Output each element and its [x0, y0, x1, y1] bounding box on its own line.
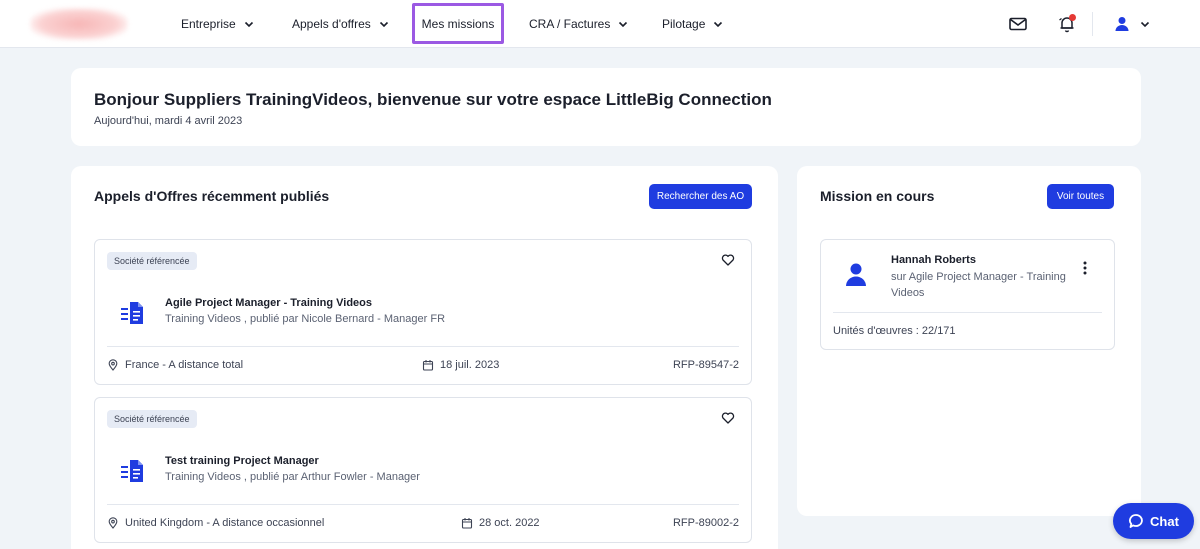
nav-item-label: Mes missions — [421, 16, 495, 31]
chevron-down-icon — [714, 21, 723, 28]
chat-label: Chat — [1150, 513, 1179, 529]
offer-item[interactable]: Société référencée Agile Project Manager… — [94, 239, 752, 385]
offer-item[interactable]: Société référencée Test training Project… — [94, 397, 752, 543]
more-options-icon[interactable] — [1082, 260, 1088, 276]
nav-item-label: Entreprise — [181, 17, 236, 31]
chat-button[interactable]: Chat — [1113, 503, 1194, 539]
location-text: France - A distance total — [125, 359, 244, 371]
current-date: Aujourd'hui, mardi 4 avril 2023 — [94, 115, 243, 127]
date-text: 18 juil. 2023 — [440, 359, 500, 371]
offer-subtitle: Training Videos , publié par Nicole Bern… — [165, 313, 446, 325]
top-navigation-bar: Entreprise Appels d'offres Mes missions … — [0, 0, 1200, 48]
view-all-button[interactable]: Voir toutes — [1047, 184, 1114, 209]
chevron-down-icon — [379, 21, 388, 28]
search-offers-button[interactable]: Rechercher des AO — [649, 184, 752, 209]
nav-item-pilotage[interactable]: Pilotage — [662, 0, 723, 48]
mail-icon[interactable] — [1008, 14, 1028, 34]
notification-badge — [1069, 14, 1076, 21]
chevron-down-icon[interactable] — [1140, 19, 1150, 29]
divider — [107, 504, 739, 505]
nav-item-cra-factures[interactable]: CRA / Factures — [529, 0, 628, 48]
heart-icon[interactable] — [721, 253, 735, 267]
user-icon — [846, 263, 866, 286]
date-text: 28 oct. 2022 — [479, 517, 540, 529]
calendar-icon — [461, 518, 473, 529]
consultant-name: Hannah Roberts — [891, 254, 976, 266]
offer-date: 28 oct. 2022 — [461, 517, 540, 529]
nav-item-label: Pilotage — [662, 17, 706, 31]
referenced-company-badge: Société référencée — [107, 410, 197, 428]
divider — [833, 312, 1102, 313]
mission-item[interactable]: Hannah Roberts sur Agile Project Manager… — [820, 239, 1115, 350]
offer-title[interactable]: Test training Project Manager — [165, 455, 319, 467]
section-title: Appels d'Offres récemment publiés — [94, 188, 330, 204]
nav-item-label: CRA / Factures — [529, 17, 611, 31]
location-pin-icon — [108, 359, 118, 371]
nav-item-mes-missions[interactable]: Mes missions — [412, 3, 504, 44]
heart-icon[interactable] — [721, 411, 735, 425]
divider — [107, 346, 739, 347]
current-mission-card: Mission en cours Voir toutes Hannah Robe… — [797, 166, 1141, 516]
divider — [1092, 12, 1093, 36]
document-icon — [121, 302, 143, 324]
offer-reference: RFP-89002-2 — [672, 517, 739, 529]
offer-location: United Kingdom - A distance occasionnel — [107, 517, 324, 529]
document-icon — [121, 460, 143, 482]
location-pin-icon — [108, 517, 118, 529]
nav-item-entreprise[interactable]: Entreprise — [181, 0, 254, 48]
nav-item-appels-offres[interactable]: Appels d'offres — [292, 0, 389, 48]
recent-offers-card: Appels d'Offres récemment publiés Recher… — [71, 166, 778, 549]
offer-reference: RFP-89547-2 — [672, 359, 739, 371]
chat-bubble-icon — [1129, 514, 1143, 528]
offer-subtitle: Training Videos , publié par Arthur Fowl… — [165, 471, 420, 483]
offer-title[interactable]: Agile Project Manager - Training Videos — [165, 297, 372, 309]
referenced-company-badge: Société référencée — [107, 252, 197, 270]
offer-location: France - A distance total — [107, 359, 243, 371]
mission-description: sur Agile Project Manager - Training Vid… — [891, 271, 1066, 299]
logo[interactable] — [30, 8, 128, 40]
chevron-down-icon — [619, 21, 628, 28]
calendar-icon — [422, 360, 434, 371]
welcome-title: Bonjour Suppliers TrainingVideos, bienve… — [94, 90, 772, 109]
section-title: Mission en cours — [820, 188, 935, 204]
nav-item-label: Appels d'offres — [292, 17, 371, 31]
offer-date: 18 juil. 2023 — [422, 359, 499, 371]
work-units-count: Unités d'œuvres : 22/171 — [833, 325, 956, 337]
user-icon[interactable] — [1112, 14, 1132, 34]
welcome-card: Bonjour Suppliers TrainingVideos, bienve… — [71, 68, 1141, 146]
location-text: United Kingdom - A distance occasionnel — [125, 517, 325, 529]
chevron-down-icon — [244, 21, 253, 28]
